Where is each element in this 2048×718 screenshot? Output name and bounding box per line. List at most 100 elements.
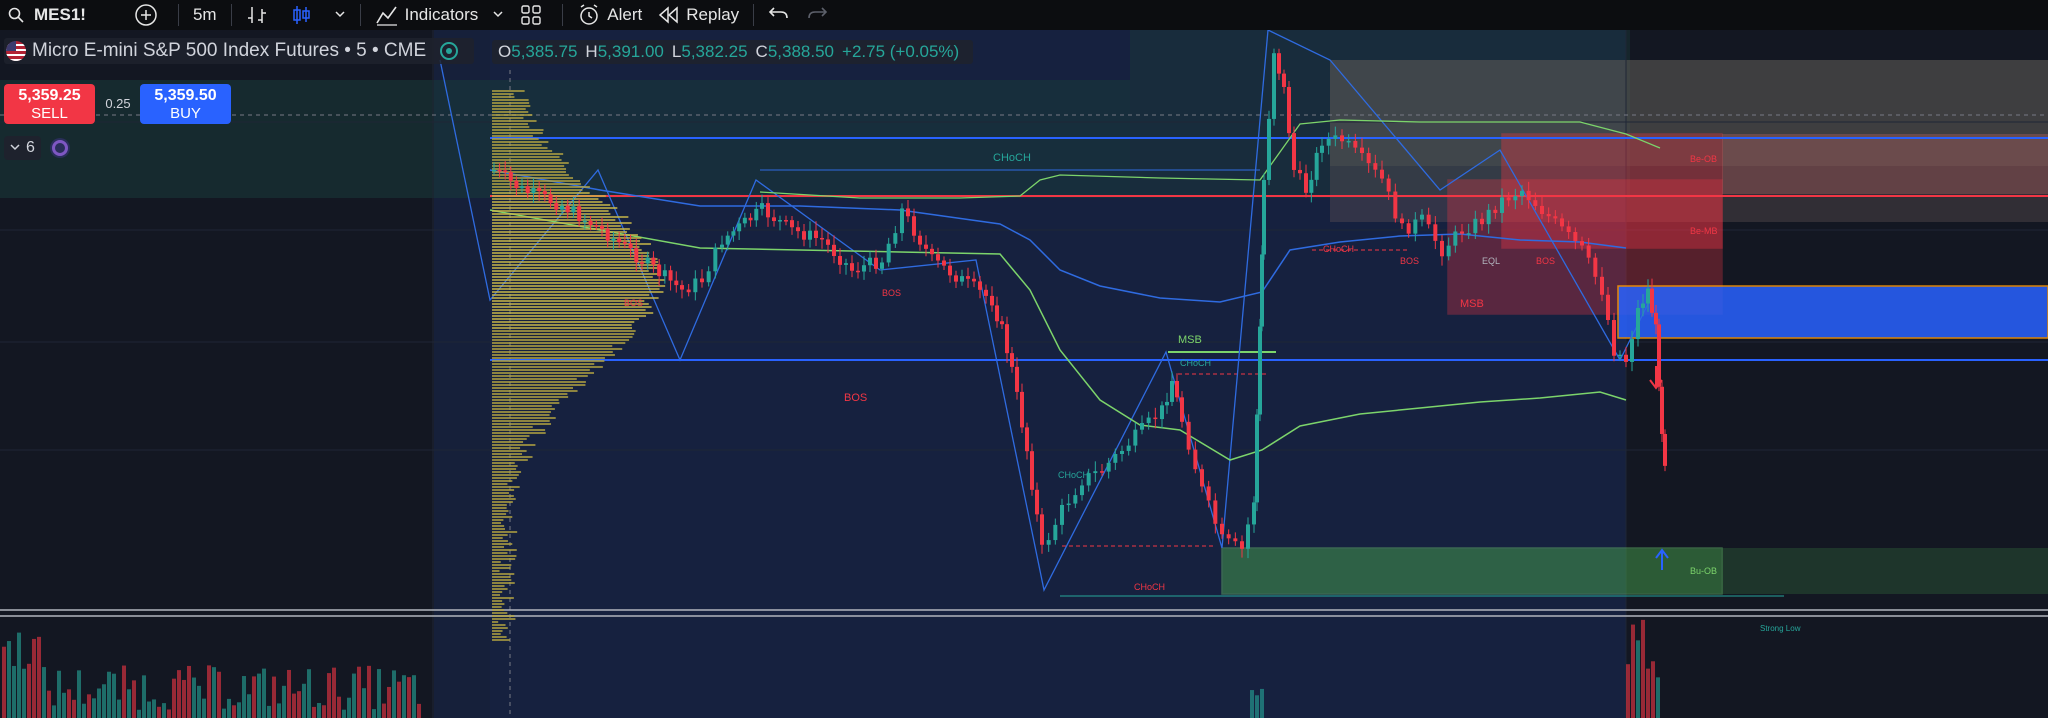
undo-button[interactable] xyxy=(760,0,798,30)
candle-body xyxy=(1030,451,1034,490)
volume-profile-row xyxy=(492,177,574,179)
volume-bar xyxy=(47,690,51,718)
candle-body xyxy=(990,295,994,306)
bullish-order-block xyxy=(1221,547,1723,595)
chart-type-dropdown[interactable] xyxy=(326,0,354,30)
sell-button[interactable]: 5,359.25 SELL xyxy=(4,84,95,124)
volume-bar xyxy=(322,705,326,718)
volume-profile-row xyxy=(492,522,502,524)
top-toolbar: MES1! 5m Indicators Alert Replay xyxy=(0,0,2048,30)
candle-body xyxy=(622,242,627,244)
volume-profile-row xyxy=(492,396,569,398)
market-status-icon[interactable] xyxy=(440,42,459,60)
volume-bar xyxy=(372,709,376,718)
divider xyxy=(753,4,755,26)
redo-button[interactable] xyxy=(798,0,836,30)
volume-profile-row xyxy=(492,192,590,194)
indicator-settings-icon[interactable] xyxy=(50,138,70,158)
candle-body xyxy=(1020,391,1024,428)
candles-chart-type-button[interactable] xyxy=(282,0,326,30)
candle-body xyxy=(720,244,724,248)
volume-profile-row xyxy=(492,279,665,281)
candle-body xyxy=(754,208,759,221)
volume-bar xyxy=(207,665,211,718)
volume-profile-row xyxy=(492,489,515,491)
candle-body xyxy=(1175,380,1179,398)
volume-profile-row xyxy=(492,585,505,587)
volume-bar xyxy=(1255,695,1259,718)
volume-bar xyxy=(417,703,421,718)
candle-body xyxy=(954,275,958,282)
candle-body xyxy=(868,257,872,266)
volume-profile-row xyxy=(492,438,527,440)
volume-profile-row xyxy=(492,417,556,419)
candle-body xyxy=(790,220,794,228)
candle-body xyxy=(1654,312,1658,325)
volume-profile-row xyxy=(492,621,499,623)
volume-profile-row xyxy=(492,444,536,446)
candle-body xyxy=(611,238,616,241)
candle-body xyxy=(542,191,547,195)
candle-body xyxy=(942,260,946,266)
indicators-button[interactable]: Indicators xyxy=(367,0,513,30)
symbol-legend[interactable]: Micro E-mini S&P 500 Index Futures • 5 •… xyxy=(4,38,475,64)
volume-profile-row xyxy=(492,387,573,389)
candle-body xyxy=(1220,523,1224,535)
candle-body xyxy=(1053,524,1058,541)
volume-bar xyxy=(377,669,381,718)
volume-bar xyxy=(17,632,21,718)
candle-body xyxy=(1106,462,1111,472)
volume-profile-row xyxy=(492,510,509,512)
candle-body xyxy=(1287,86,1291,134)
volume-profile-row xyxy=(492,210,609,212)
replay-button[interactable]: Replay xyxy=(650,0,747,30)
volume-bar xyxy=(82,703,86,718)
candle-body xyxy=(784,220,788,222)
candle-body xyxy=(1010,353,1014,367)
candle-body xyxy=(862,265,866,272)
candle-body xyxy=(1000,321,1004,325)
candle-body xyxy=(966,276,970,279)
volume-bar xyxy=(237,702,241,718)
candle-body xyxy=(1340,135,1344,142)
volume-profile-row xyxy=(492,336,633,338)
candle-body xyxy=(1660,386,1664,435)
candle-body xyxy=(1553,216,1558,219)
volume-profile-row xyxy=(492,420,550,422)
volume-bar xyxy=(347,697,351,718)
candle-body xyxy=(1255,414,1259,503)
volume-bar xyxy=(62,692,66,718)
bar-chart-type-button[interactable] xyxy=(238,0,282,30)
volume-profile-row xyxy=(492,150,553,152)
volume-bar xyxy=(147,701,151,718)
candle-body xyxy=(826,239,830,245)
candle-body xyxy=(1360,147,1364,154)
volume-profile-row xyxy=(492,108,526,110)
candle-body xyxy=(1213,500,1218,524)
chart-pane[interactable]: CHoCH BOS BOS BOS MSB CHoCH CHoCH CHoCH … xyxy=(0,30,2048,718)
volume-profile-row xyxy=(492,360,605,362)
candle-body xyxy=(1657,324,1661,387)
volume-profile-row xyxy=(492,441,524,443)
volume-profile-row xyxy=(492,567,511,569)
volume-profile-row xyxy=(492,615,515,617)
price-chart[interactable] xyxy=(0,30,2048,718)
candle-body xyxy=(531,187,536,193)
candle-body xyxy=(1386,178,1391,192)
symbol-search[interactable]: MES1! xyxy=(0,0,94,30)
candle-body xyxy=(700,278,704,283)
compare-button[interactable] xyxy=(126,0,172,30)
layouts-button[interactable] xyxy=(512,0,556,30)
indicators-collapse-button[interactable]: 6 xyxy=(4,136,41,160)
buy-button[interactable]: 5,359.50 BUY xyxy=(140,84,231,124)
volume-profile-row xyxy=(492,414,550,416)
candle-body xyxy=(1193,449,1198,470)
buy-price: 5,359.50 xyxy=(154,87,217,104)
alert-button[interactable]: Alert xyxy=(569,0,650,30)
volume-bar xyxy=(67,689,71,718)
volume-bar xyxy=(167,709,171,718)
interval-button[interactable]: 5m xyxy=(185,0,225,30)
volume-bar xyxy=(182,679,186,718)
candle-body xyxy=(1560,218,1564,227)
volume-bar xyxy=(1651,661,1655,718)
